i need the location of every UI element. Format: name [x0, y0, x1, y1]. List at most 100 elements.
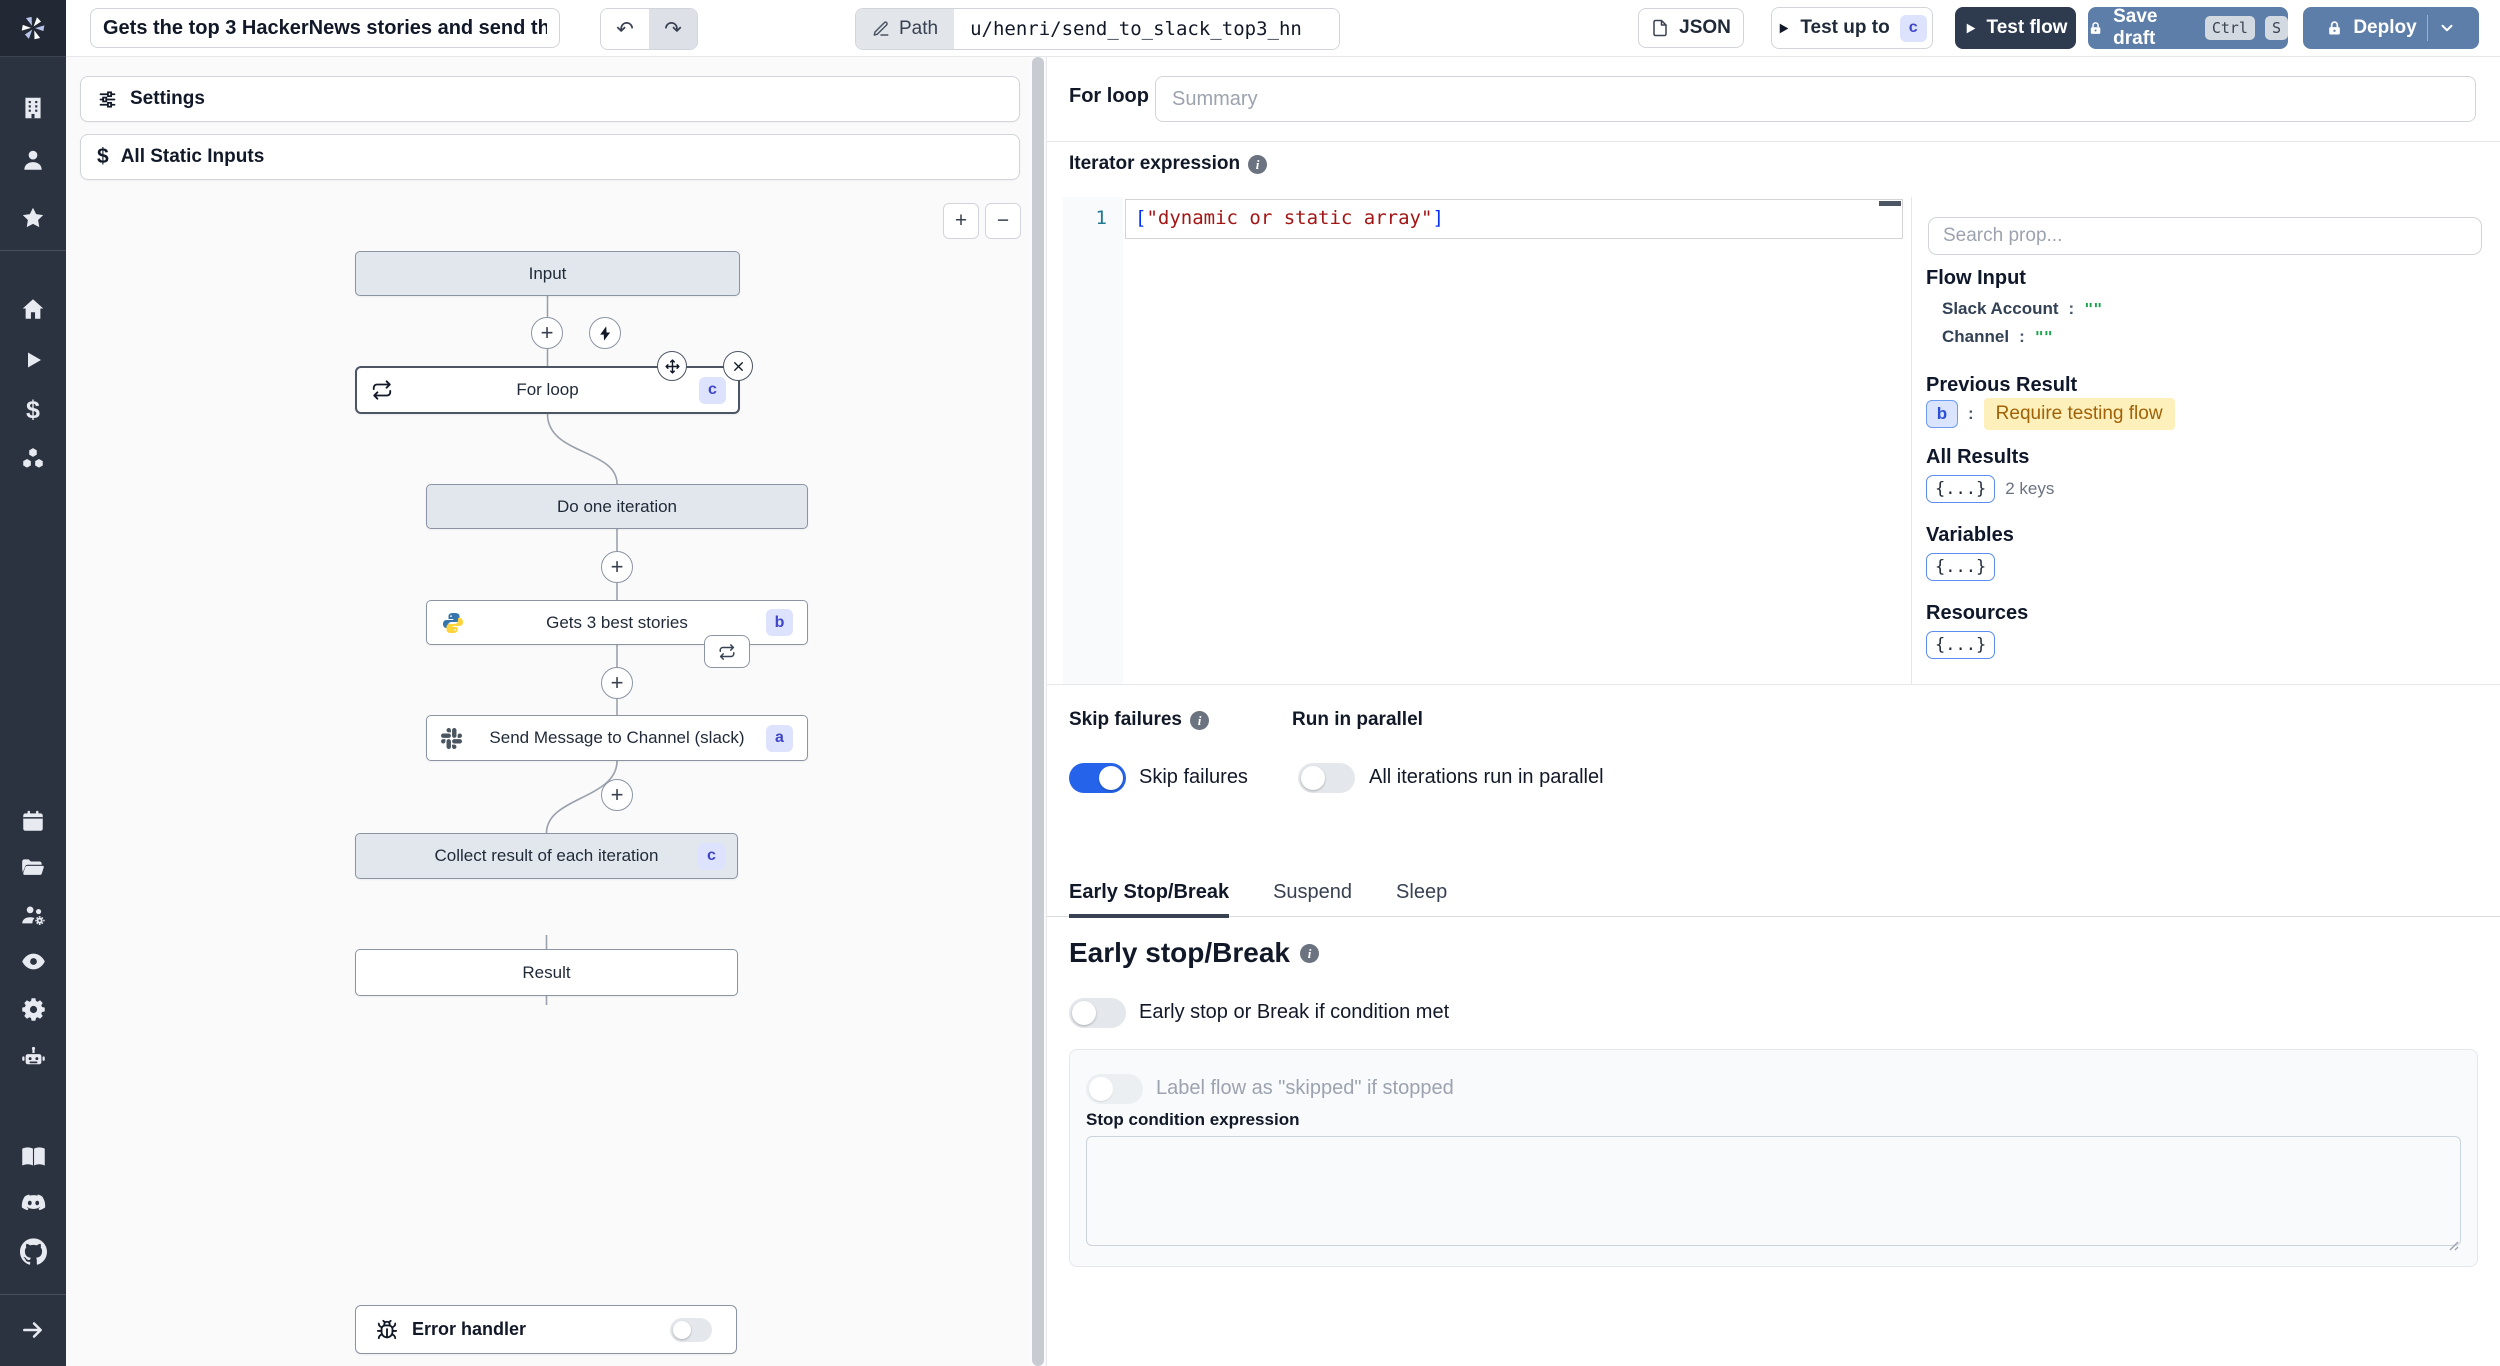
undo-button[interactable]: ↶ — [601, 9, 649, 49]
sidebar-item-runs[interactable] — [0, 340, 66, 380]
summary-input[interactable] — [1155, 76, 2476, 122]
add-step-button[interactable]: + — [601, 779, 633, 811]
sidebar-item-discord[interactable] — [0, 1183, 66, 1223]
all-static-inputs-bar[interactable]: $ All Static Inputs — [80, 134, 1020, 180]
path-field[interactable]: Path u/henri/send_to_slack_top3_hn — [855, 8, 1341, 50]
editor-fold-marker[interactable] — [1879, 201, 1901, 206]
early-stop-heading: Early stop/Break — [1069, 937, 1319, 969]
json-button[interactable]: JSON — [1638, 8, 1744, 48]
plus-icon: + — [540, 320, 554, 345]
python-icon — [441, 611, 465, 635]
zoom-out-button[interactable]: − — [985, 203, 1021, 239]
label-skipped-toggle[interactable] — [1086, 1074, 1143, 1104]
test-flow-button[interactable]: Test flow — [1955, 7, 2076, 49]
step-ref-badge[interactable]: b — [1926, 400, 1958, 428]
info-icon[interactable] — [1190, 710, 1209, 730]
tab-suspend[interactable]: Suspend — [1273, 869, 1352, 917]
delete-step-button[interactable] — [723, 351, 753, 381]
panel-scrollbar[interactable] — [1030, 57, 1046, 1366]
sidebar-item-resources[interactable] — [0, 439, 66, 479]
save-draft-button[interactable]: Save draft Ctrl S — [2088, 6, 2288, 49]
move-step-button[interactable] — [657, 351, 687, 381]
sidebar-item-folders[interactable] — [0, 848, 66, 888]
run-in-parallel-toggle[interactable] — [1298, 763, 1355, 793]
object-expand-badge[interactable]: {...} — [1926, 631, 1996, 659]
search-prop-input[interactable] — [1928, 217, 2482, 255]
flow-settings-bar[interactable]: Settings — [80, 76, 1020, 122]
all-results-row[interactable]: {...} 2 keys — [1926, 475, 2054, 503]
variables-row[interactable]: {...} — [1926, 553, 1996, 581]
sidebar-item-ai[interactable] — [0, 1037, 66, 1077]
add-step-button[interactable]: + — [601, 551, 633, 583]
redo-button[interactable]: ↷ — [649, 9, 697, 49]
sidebar-item-docs[interactable] — [0, 1136, 66, 1176]
arrow-right-icon — [23, 1322, 42, 1338]
test-up-to-button[interactable]: Test up to c — [1771, 7, 1933, 49]
node-do-one-iteration[interactable]: Do one iteration — [426, 484, 808, 529]
json-button-label: JSON — [1679, 17, 1731, 38]
tab-sleep[interactable]: Sleep — [1396, 869, 1447, 917]
sidebar-collapse-button[interactable] — [0, 1310, 66, 1350]
skip-failures-heading: Skip failures — [1069, 709, 1209, 731]
skip-failures-toggle[interactable] — [1069, 763, 1126, 793]
node-send-message-slack[interactable]: Send Message to Channel (slack) a — [426, 715, 808, 761]
windmill-logo[interactable] — [0, 0, 66, 57]
error-handler-toggle[interactable] — [670, 1318, 712, 1342]
label-skipped-toggle-label: Label flow as "skipped" if stopped — [1156, 1077, 1454, 1099]
iterator-code-editor[interactable]: 1 ["dynamic or static array"] — [1063, 197, 1907, 684]
boxes-icon — [23, 448, 43, 468]
restart-iteration-button[interactable] — [704, 635, 750, 668]
sidebar-item-github[interactable] — [0, 1231, 66, 1271]
file-icon — [1653, 19, 1667, 37]
info-icon[interactable] — [1248, 154, 1268, 174]
chevron-down-icon[interactable] — [2438, 19, 2456, 37]
tab-early-stop-break[interactable]: Early Stop/Break — [1069, 869, 1230, 918]
stop-condition-textarea[interactable] — [1086, 1136, 2461, 1246]
sidebar-item-schedules[interactable] — [0, 801, 66, 841]
object-expand-badge[interactable]: {...} — [1926, 553, 1996, 581]
step-id-badge: b — [766, 609, 793, 636]
add-trigger-button[interactable] — [589, 317, 621, 349]
node-input[interactable]: Input — [355, 251, 740, 296]
node-result-label: Result — [522, 962, 571, 982]
dollar-icon: $ — [26, 395, 40, 424]
undo-icon: ↶ — [616, 17, 634, 41]
prop-row-slack-account[interactable]: Slack Account : "" — [1942, 299, 2102, 319]
scrollbar-thumb[interactable] — [1032, 57, 1044, 1366]
editor-line: 1 ["dynamic or static array"] — [1063, 199, 1907, 237]
folder-open-icon — [22, 859, 44, 875]
step-id-badge: c — [699, 376, 726, 404]
node-for-loop-label: For loop — [516, 380, 579, 399]
calendar-icon — [23, 810, 43, 831]
lock-icon — [2329, 20, 2341, 35]
sidebar-item-variables[interactable]: $ — [0, 390, 66, 430]
add-step-button[interactable]: + — [531, 317, 563, 349]
object-expand-badge[interactable]: {...} — [1926, 475, 1996, 503]
sidebar-item-settings[interactable] — [0, 989, 66, 1029]
add-step-button[interactable]: + — [601, 667, 633, 699]
sidebar-item-home[interactable] — [0, 289, 66, 329]
sidebar-separator — [0, 1294, 66, 1295]
deploy-button[interactable]: Deploy — [2303, 7, 2479, 49]
early-stop-toggle[interactable] — [1069, 998, 1126, 1028]
node-collect-result[interactable]: Collect result of each iteration c — [355, 833, 738, 879]
test-up-to-step-badge: c — [1899, 14, 1927, 42]
gear-icon — [21, 997, 45, 1021]
flow-title-input[interactable] — [90, 8, 560, 48]
sidebar-item-favorites[interactable] — [0, 198, 66, 238]
resources-row[interactable]: {...} — [1926, 631, 1996, 659]
info-icon[interactable] — [1300, 943, 1319, 963]
sidebar-item-workers[interactable] — [0, 895, 66, 935]
node-collect-result-label: Collect result of each iteration — [434, 846, 659, 865]
node-error-handler[interactable]: Error handler — [355, 1305, 737, 1354]
sidebar-item-workspace[interactable] — [0, 88, 66, 128]
test-flow-label: Test flow — [1986, 17, 2068, 38]
sidebar-item-audit[interactable] — [0, 941, 66, 981]
node-gets-3-best-stories[interactable]: Gets 3 best stories b — [426, 600, 808, 645]
zoom-in-button[interactable]: + — [943, 203, 979, 239]
sidebar: $ — [0, 0, 66, 1366]
sidebar-item-user[interactable] — [0, 140, 66, 180]
previous-result-row[interactable]: b : Require testing flow — [1926, 398, 2175, 430]
node-result[interactable]: Result — [355, 949, 738, 996]
prop-row-channel[interactable]: Channel : "" — [1942, 327, 2053, 347]
